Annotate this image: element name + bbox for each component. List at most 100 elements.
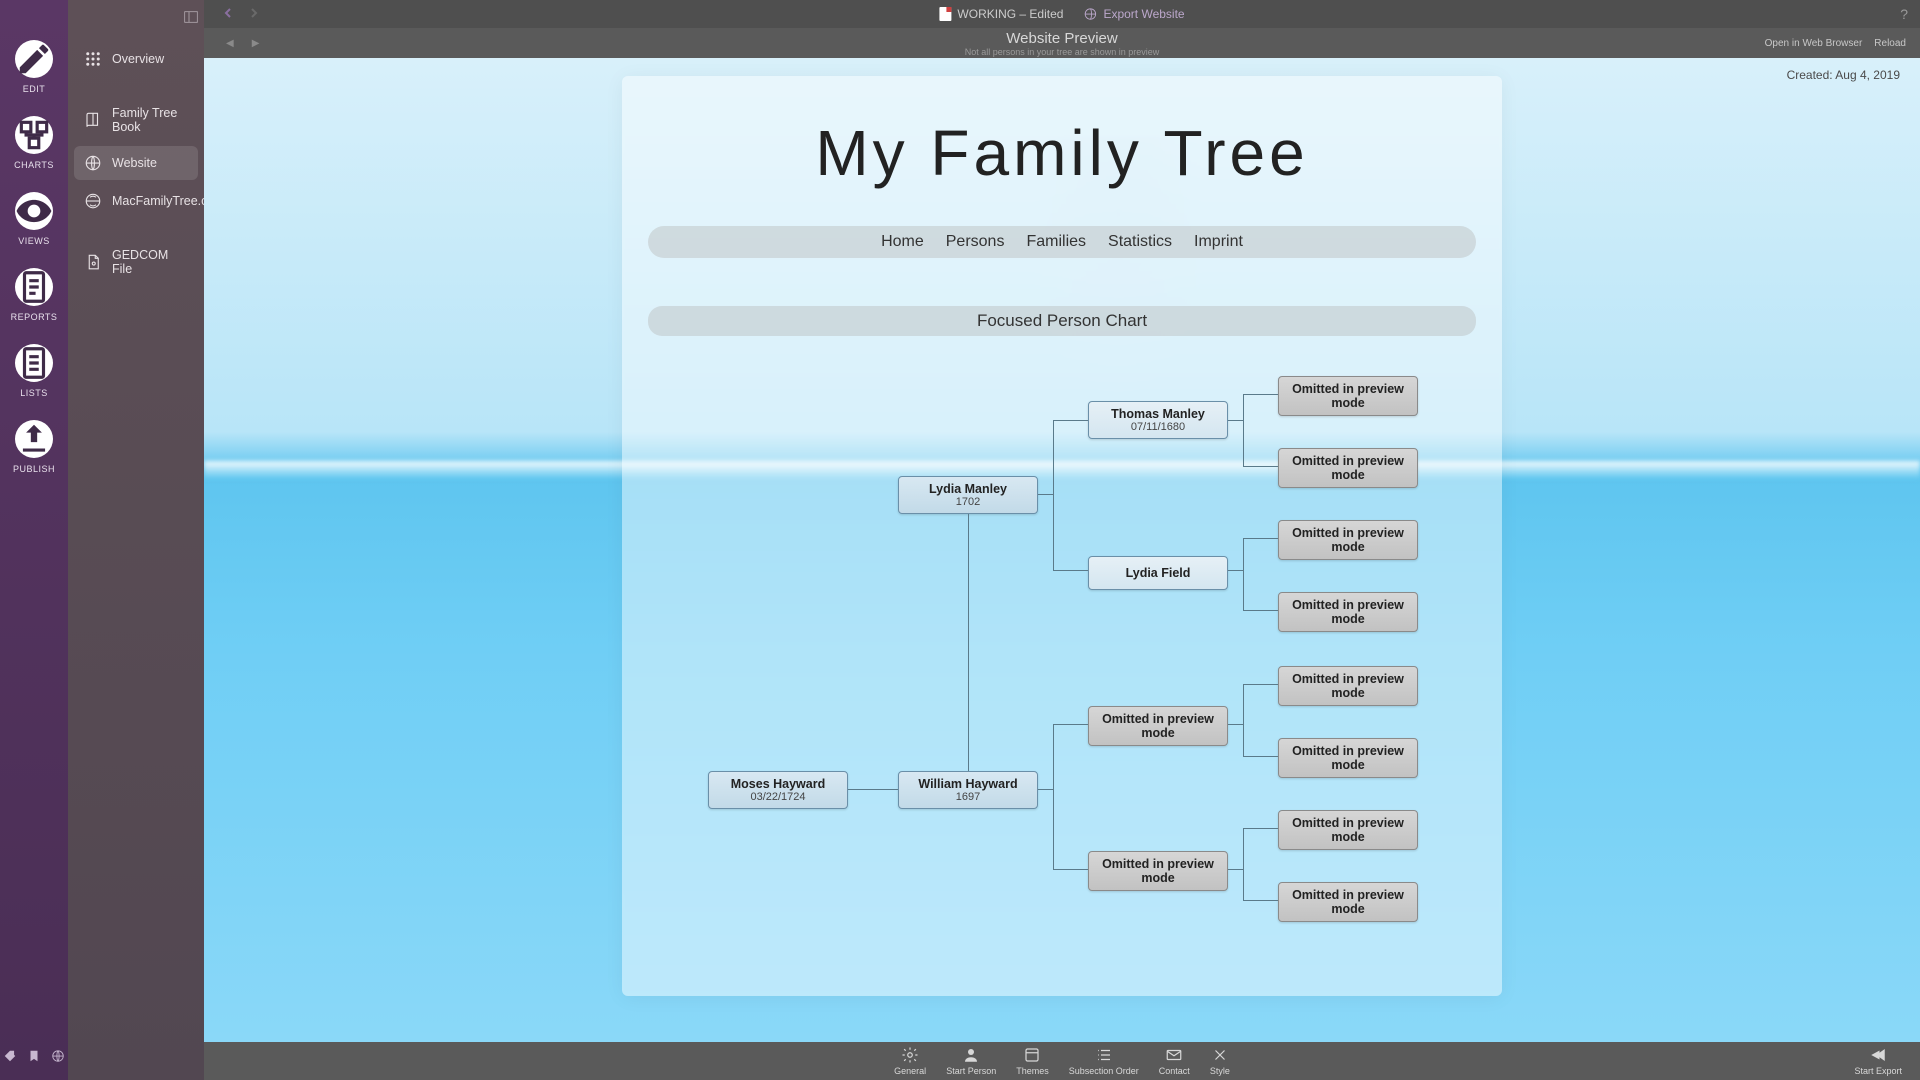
nav-persons[interactable]: Persons bbox=[946, 233, 1005, 251]
rail-nav: EDIT CHARTS VIEWS REPORTS LISTS PUBLISH bbox=[0, 0, 68, 1080]
doc-icon bbox=[939, 7, 951, 21]
bt-label: Contact bbox=[1159, 1066, 1190, 1076]
person-icon bbox=[962, 1046, 980, 1064]
nav-imprint[interactable]: Imprint bbox=[1194, 233, 1243, 251]
side-mft[interactable]: MacFamilyTree.com bbox=[74, 184, 198, 218]
rail-label: PUBLISH bbox=[13, 464, 55, 474]
side-book[interactable]: Family Tree Book bbox=[74, 98, 198, 142]
node-thomas[interactable]: Thomas Manley 07/11/1680 bbox=[1088, 401, 1228, 439]
bt-style[interactable]: Style bbox=[1210, 1046, 1230, 1076]
person-chart: Moses Hayward 03/22/1724 Lydia Manley 17… bbox=[648, 376, 1476, 936]
bt-contact[interactable]: Contact bbox=[1159, 1046, 1190, 1076]
preview-forward-icon[interactable]: ▶ bbox=[252, 38, 260, 49]
nav-families[interactable]: Families bbox=[1026, 233, 1086, 251]
node-date: 1702 bbox=[907, 496, 1029, 508]
rail-label: CHARTS bbox=[14, 160, 54, 170]
node-date: 03/22/1724 bbox=[717, 791, 839, 803]
rail-reports[interactable]: REPORTS bbox=[11, 268, 58, 322]
bt-start-export[interactable]: Start Export bbox=[1854, 1046, 1902, 1076]
node-lydia-manley[interactable]: Lydia Manley 1702 bbox=[898, 476, 1038, 514]
node-date: 1697 bbox=[907, 791, 1029, 803]
preview-canvas: Created: Aug 4, 2019 My Family Tree Home… bbox=[204, 58, 1920, 1042]
section-title: Focused Person Chart bbox=[648, 306, 1476, 336]
document-icon bbox=[15, 268, 53, 306]
help-icon[interactable]: ? bbox=[1900, 6, 1908, 22]
globe-export-icon bbox=[1083, 7, 1097, 21]
open-browser-link[interactable]: Open in Web Browser bbox=[1765, 38, 1863, 49]
gear-icon bbox=[901, 1046, 919, 1064]
bt-label: Themes bbox=[1016, 1066, 1049, 1076]
nav-forward-icon[interactable] bbox=[248, 7, 260, 22]
node-name: Lydia Field bbox=[1097, 566, 1219, 580]
mail-icon bbox=[1165, 1046, 1183, 1064]
document-title[interactable]: WORKING – Edited bbox=[939, 7, 1063, 21]
node-omitted[interactable]: Omitted in preview mode bbox=[1278, 738, 1418, 778]
bt-label: Start Export bbox=[1854, 1066, 1902, 1076]
subbar: ◀ ▶ Website Preview Not all persons in y… bbox=[204, 28, 1920, 58]
node-name: Moses Hayward bbox=[717, 777, 839, 791]
side-website[interactable]: Website bbox=[74, 146, 198, 180]
chart-icon bbox=[15, 116, 53, 154]
bt-label: Subsection Order bbox=[1069, 1066, 1139, 1076]
node-omitted[interactable]: Omitted in preview mode bbox=[1278, 520, 1418, 560]
nav-home[interactable]: Home bbox=[881, 233, 924, 251]
nav-statistics[interactable]: Statistics bbox=[1108, 233, 1172, 251]
rail-bottom-icons bbox=[3, 1049, 65, 1068]
node-omitted[interactable]: Omitted in preview mode bbox=[1088, 706, 1228, 746]
share-icon bbox=[1869, 1046, 1887, 1064]
eye-icon bbox=[15, 192, 53, 230]
node-omitted[interactable]: Omitted in preview mode bbox=[1088, 851, 1228, 891]
rail-views[interactable]: VIEWS bbox=[15, 192, 53, 246]
reload-link[interactable]: Reload bbox=[1874, 38, 1906, 49]
themes-icon bbox=[1023, 1046, 1041, 1064]
website-page: My Family Tree Home Persons Families Sta… bbox=[622, 76, 1502, 996]
rail-edit[interactable]: EDIT bbox=[15, 40, 53, 94]
bt-label: Start Person bbox=[946, 1066, 996, 1076]
node-william[interactable]: William Hayward 1697 bbox=[898, 771, 1038, 809]
bt-general[interactable]: General bbox=[894, 1046, 926, 1076]
doc-name: WORKING – Edited bbox=[957, 7, 1063, 21]
bt-themes[interactable]: Themes bbox=[1016, 1046, 1049, 1076]
export-label: Export Website bbox=[1103, 7, 1184, 21]
preview-back-icon[interactable]: ◀ bbox=[226, 38, 234, 49]
bt-start-person[interactable]: Start Person bbox=[946, 1046, 996, 1076]
node-name: William Hayward bbox=[907, 777, 1029, 791]
node-name: Lydia Manley bbox=[907, 482, 1029, 496]
side-label: Website bbox=[112, 156, 157, 170]
bt-subsection[interactable]: Subsection Order bbox=[1069, 1046, 1139, 1076]
preview-title: Website Preview bbox=[965, 30, 1160, 47]
book-icon bbox=[84, 111, 102, 129]
side-label: Overview bbox=[112, 52, 164, 66]
node-omitted[interactable]: Omitted in preview mode bbox=[1278, 376, 1418, 416]
node-omitted[interactable]: Omitted in preview mode bbox=[1278, 666, 1418, 706]
bookmark-icon[interactable] bbox=[27, 1049, 41, 1068]
site-nav: Home Persons Families Statistics Imprint bbox=[648, 226, 1476, 258]
side-gedcom[interactable]: GEDCOM File bbox=[74, 240, 198, 284]
page-title: My Family Tree bbox=[648, 116, 1476, 190]
node-omitted[interactable]: Omitted in preview mode bbox=[1278, 810, 1418, 850]
rail-publish[interactable]: PUBLISH bbox=[13, 420, 55, 474]
bt-label: Style bbox=[1210, 1066, 1230, 1076]
rail-charts[interactable]: CHARTS bbox=[14, 116, 54, 170]
rail-lists[interactable]: LISTS bbox=[15, 344, 53, 398]
export-website-link[interactable]: Export Website bbox=[1083, 7, 1184, 21]
side-overview[interactable]: Overview bbox=[74, 42, 198, 76]
node-omitted[interactable]: Omitted in preview mode bbox=[1278, 882, 1418, 922]
sidebar-toggle-icon[interactable] bbox=[184, 10, 198, 28]
upload-icon bbox=[15, 420, 53, 458]
omitted-label: Omitted in preview mode bbox=[1097, 857, 1219, 885]
globe-small-icon[interactable] bbox=[51, 1049, 65, 1068]
node-name: Thomas Manley bbox=[1097, 407, 1219, 421]
rail-label: REPORTS bbox=[11, 312, 58, 322]
titlebar: WORKING – Edited Export Website ? bbox=[204, 0, 1920, 28]
node-omitted[interactable]: Omitted in preview mode bbox=[1278, 448, 1418, 488]
style-icon bbox=[1211, 1046, 1229, 1064]
rail-label: LISTS bbox=[20, 388, 48, 398]
node-moses[interactable]: Moses Hayward 03/22/1724 bbox=[708, 771, 848, 809]
nav-back-icon[interactable] bbox=[222, 7, 234, 22]
node-omitted[interactable]: Omitted in preview mode bbox=[1278, 592, 1418, 632]
list-icon bbox=[15, 344, 53, 382]
tag-icon[interactable] bbox=[3, 1049, 17, 1068]
node-lydia-field[interactable]: Lydia Field bbox=[1088, 556, 1228, 590]
globe-icon bbox=[84, 154, 102, 172]
